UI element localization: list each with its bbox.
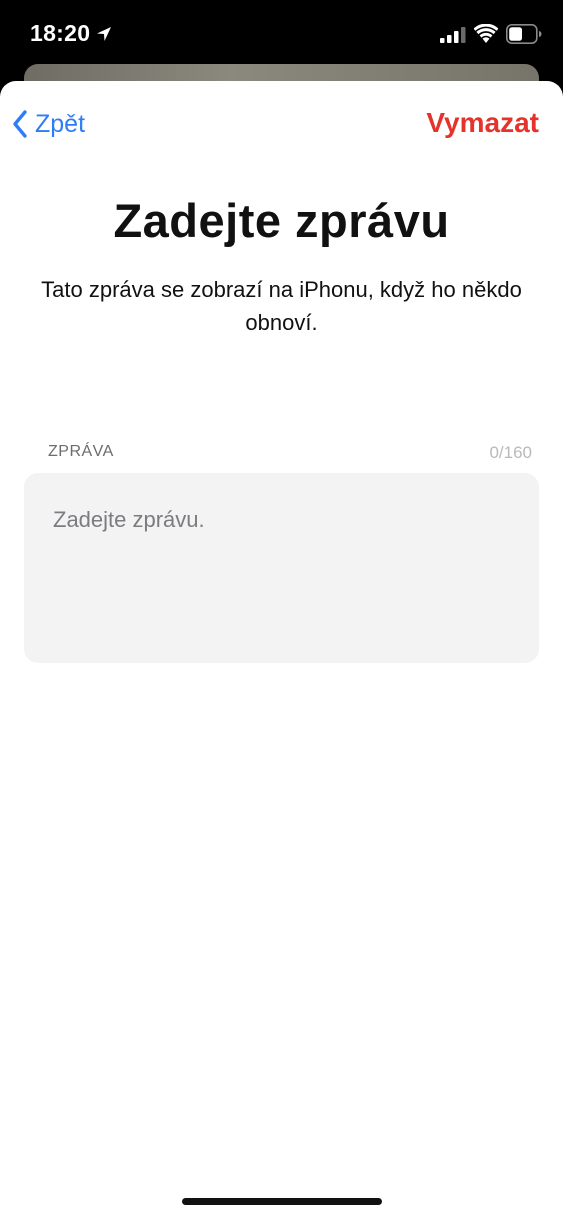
status-bar: 18:20 (0, 0, 563, 68)
wifi-icon (474, 24, 498, 43)
message-field-label: ZPRÁVA (48, 443, 114, 460)
character-counter: 0/160 (489, 443, 532, 462)
page-subtitle: Tato zpráva se zobrazí na iPhonu, když h… (41, 277, 522, 335)
message-sheet: Zpět Vymazat Zadejte zprávu Tato zpráva … (0, 81, 563, 1218)
back-label: Zpět (35, 109, 86, 138)
battery-icon (506, 24, 542, 44)
cellular-signal-icon (440, 27, 466, 43)
page-title: Zadejte zprávu (113, 194, 450, 247)
back-button[interactable]: Zpět (12, 107, 85, 141)
chevron-left-icon (13, 110, 27, 138)
clear-button[interactable]: Vymazat (426, 107, 539, 139)
home-indicator[interactable] (182, 1198, 382, 1205)
status-time: 18:20 (30, 20, 91, 46)
message-input[interactable] (24, 473, 539, 663)
location-arrow-icon (97, 27, 111, 41)
